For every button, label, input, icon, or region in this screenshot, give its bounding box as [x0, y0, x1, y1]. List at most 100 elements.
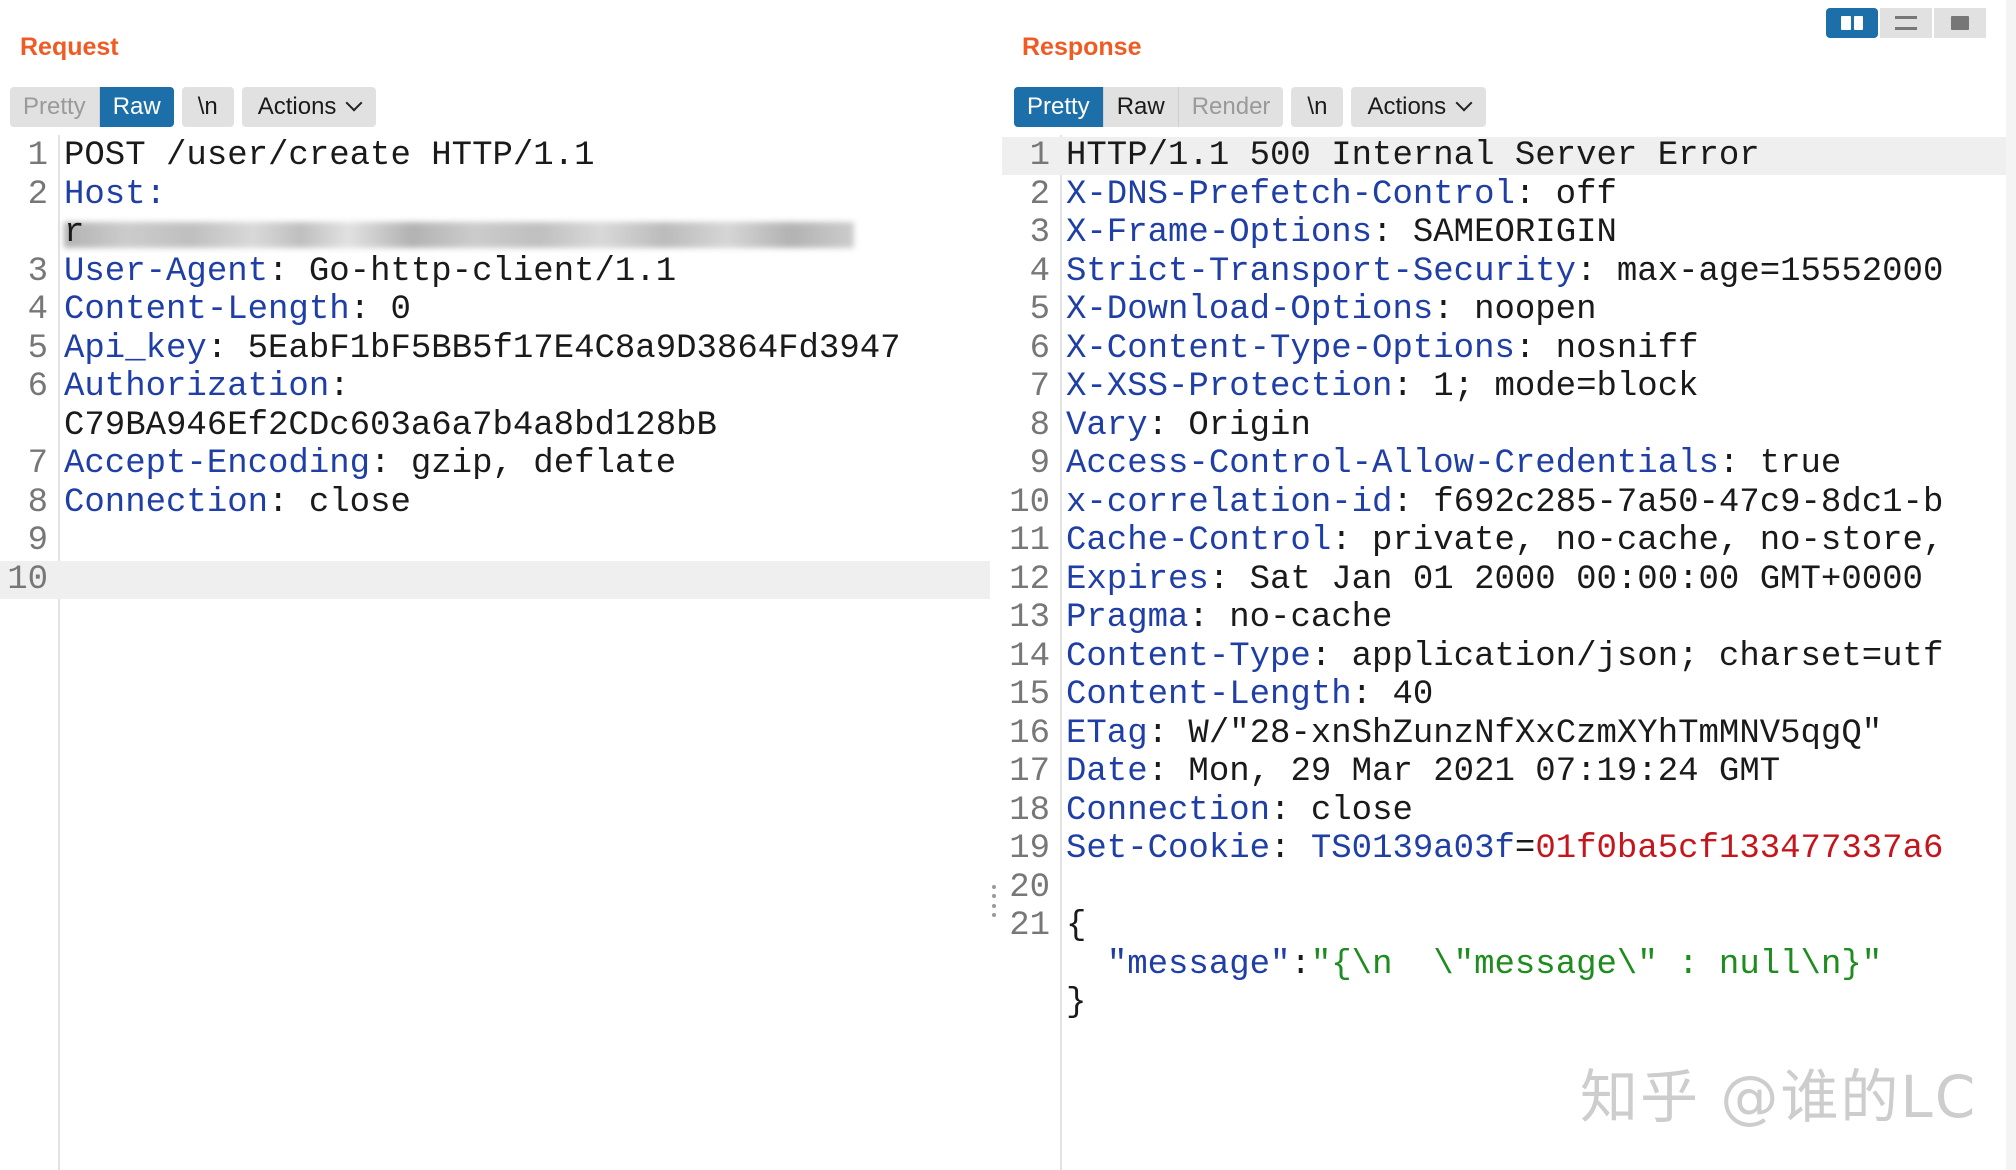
- line-code: Api_key: 5EabF1bF5BB5f17E4C8a9D3864Fd394…: [64, 330, 901, 368]
- code-line[interactable]: C79BA946Ef2CDc603a6a7b4a8bd128bB: [0, 407, 990, 445]
- code-line[interactable]: 10: [0, 560, 990, 599]
- line-code: Cache-Control: private, no-cache, no-sto…: [1066, 522, 1943, 560]
- code-line[interactable]: 9: [0, 522, 990, 560]
- code-text: : Sat Jan 01 2000 00:00:00 GMT+0000: [1208, 560, 1923, 599]
- code-text: : nosniff: [1514, 329, 1699, 368]
- code-line[interactable]: 9 Access-Control-Allow-Credentials: true: [1002, 445, 2016, 483]
- line-code: X-Content-Type-Options: nosniff: [1066, 330, 1699, 368]
- code-line[interactable]: 15 Content-Length: 40: [1002, 676, 2016, 714]
- header-name: Set-Cookie: [1066, 830, 1271, 868]
- line-number: 8: [1029, 406, 1050, 445]
- header-name: Access-Control-Allow-Credentials: [1066, 445, 1719, 483]
- code-line[interactable]: 18 Connection: close: [1002, 792, 2016, 830]
- layout-single-button[interactable]: [1934, 8, 1986, 38]
- line-code: POST /user/create HTTP/1.1: [64, 137, 595, 175]
- header-name: Content-Length: [64, 291, 350, 329]
- request-actions-menu[interactable]: Actions: [241, 87, 377, 127]
- line-number: 19: [1009, 830, 1050, 868]
- header-name: Accept-Encoding: [64, 445, 371, 483]
- header-name: Connection: [1066, 791, 1271, 830]
- code-line[interactable]: 5 Api_key: 5EabF1bF5BB5f17E4C8a9D3864Fd39…: [0, 330, 990, 368]
- line-number: 18: [1009, 791, 1050, 830]
- response-newline-toggle[interactable]: \n: [1291, 87, 1344, 127]
- code-line[interactable]: 1 POST /user/create HTTP/1.1: [0, 137, 990, 175]
- code-line[interactable]: 5 X-Download-Options: noopen: [1002, 291, 2016, 329]
- header-name: Content-Type: [1066, 637, 1311, 676]
- response-tab-pretty[interactable]: Pretty: [1014, 87, 1104, 127]
- code-line[interactable]: 8 Vary: Origin: [1002, 407, 2016, 445]
- code-line[interactable]: 11 Cache-Control: private, no-cache, no-s…: [1002, 522, 2016, 560]
- response-editor[interactable]: 1 HTTP/1.1 500 Internal Server Error 2 X-DN…: [1002, 135, 2016, 1170]
- header-name: Vary: [1066, 406, 1148, 445]
- request-tab-raw[interactable]: Raw: [99, 87, 174, 127]
- line-code: x-correlation-id: f692c285-7a50-47c9-8dc…: [1066, 484, 1943, 522]
- code-line[interactable]: 8 Connection: close: [0, 484, 990, 522]
- line-number: 16: [1009, 714, 1050, 753]
- response-tab-render[interactable]: Render: [1178, 87, 1284, 127]
- line-number: 3: [27, 252, 48, 291]
- request-actions-label: Actions: [257, 93, 337, 120]
- code-line[interactable]: 16 ETag: W/"28-xnShZunzNfXxCzmXYhTmMNV5qg…: [1002, 715, 2016, 753]
- layout-split-button[interactable]: [1826, 8, 1878, 38]
- code-line[interactable]: 12 Expires: Sat Jan 01 2000 00:00:00 GMT+…: [1002, 561, 2016, 599]
- layout-stacked-button[interactable]: [1880, 8, 1932, 38]
- code-line[interactable]: 17 Date: Mon, 29 Mar 2021 07:19:24 GMT: [1002, 753, 2016, 791]
- code-line[interactable]: 14 Content-Type: application/json; charse…: [1002, 638, 2016, 676]
- line-number: 1: [1029, 137, 1050, 175]
- header-name: Strict-Transport-Security: [1066, 252, 1577, 291]
- line-number: 11: [1009, 522, 1050, 560]
- panel-resize-handle[interactable]: [992, 885, 998, 917]
- line-code: Connection: close: [64, 484, 411, 522]
- request-tab-pretty[interactable]: Pretty: [10, 87, 100, 127]
- code-line[interactable]: 4 Content-Length: 0: [0, 291, 990, 329]
- line-number: 10: [7, 560, 48, 599]
- code-text: POST /user/create HTTP/1.1: [64, 137, 595, 175]
- layout-toggle-group: [1826, 8, 1988, 38]
- request-newline-toggle[interactable]: \n: [181, 87, 234, 127]
- line-code: Content-Type: application/json; charset=…: [1066, 638, 1943, 676]
- response-panel: Response Pretty Raw Render \n Actions 1 HTT…: [1002, 0, 2016, 1170]
- line-number: 2: [27, 175, 48, 214]
- code-line[interactable]: 7 Accept-Encoding: gzip, deflate: [0, 445, 990, 483]
- line-code: X-Download-Options: noopen: [1066, 291, 1597, 329]
- code-line[interactable]: 21 {: [1002, 907, 2016, 945]
- code-text: :: [1270, 830, 1311, 868]
- code-line[interactable]: 13 Pragma: no-cache: [1002, 599, 2016, 637]
- code-line[interactable]: 6 Authorization:: [0, 368, 990, 406]
- line-code: Content-Length: 40: [1066, 676, 1433, 714]
- code-line[interactable]: 20: [1002, 869, 2016, 907]
- request-editor[interactable]: 1 POST /user/create HTTP/1.1 2 Host: r 3 User-…: [0, 135, 990, 1170]
- code-line[interactable]: 3 User-Agent: Go-http-client/1.1: [0, 253, 990, 291]
- line-code: Accept-Encoding: gzip, deflate: [64, 445, 676, 483]
- code-line[interactable]: }: [1002, 984, 2016, 1022]
- right-scrollbar-track[interactable]: [2006, 0, 2016, 1170]
- header-name: Host:: [64, 175, 167, 214]
- code-line[interactable]: 10 x-correlation-id: f692c285-7a50-47c9-8…: [1002, 484, 2016, 522]
- code-line[interactable]: r: [0, 214, 990, 252]
- code-line[interactable]: 6 X-Content-Type-Options: nosniff: [1002, 330, 2016, 368]
- code-line[interactable]: 2 X-DNS-Prefetch-Control: off: [1002, 176, 2016, 214]
- cookie-name: TS0139a03f: [1310, 830, 1515, 868]
- line-number: 5: [1029, 291, 1050, 329]
- code-text: : 1; mode=block: [1392, 368, 1699, 406]
- header-name: Content-Length: [1066, 676, 1352, 714]
- code-line[interactable]: 7 X-XSS-Protection: 1; mode=block: [1002, 368, 2016, 406]
- header-name: X-Frame-Options: [1066, 214, 1373, 252]
- line-number: 8: [27, 483, 48, 522]
- line-code: User-Agent: Go-http-client/1.1: [64, 253, 676, 291]
- code-line[interactable]: 1 HTTP/1.1 500 Internal Server Error: [1002, 137, 2016, 175]
- code-text: C79BA946Ef2CDc603a6a7b4a8bd128bB: [64, 406, 717, 445]
- header-name: Cache-Control: [1066, 522, 1332, 560]
- line-number: 15: [1009, 676, 1050, 714]
- response-tab-raw[interactable]: Raw: [1103, 87, 1179, 127]
- code-line[interactable]: 3 X-Frame-Options: SAMEORIGIN: [1002, 214, 2016, 252]
- line-number: 20: [1009, 868, 1050, 907]
- line-number: 2: [1029, 175, 1050, 214]
- code-line[interactable]: 2 Host:: [0, 176, 990, 214]
- request-view-tabs: Pretty Raw \n Actions: [10, 87, 384, 127]
- response-actions-label: Actions: [1367, 93, 1447, 120]
- response-actions-menu[interactable]: Actions: [1351, 87, 1487, 127]
- code-line[interactable]: "message":"{\n \"message\" : null\n}": [1002, 946, 2016, 984]
- code-line[interactable]: 4 Strict-Transport-Security: max-age=1555…: [1002, 253, 2016, 291]
- code-line[interactable]: 19 Set-Cookie: TS0139a03f=01f0ba5cf133477…: [1002, 830, 2016, 868]
